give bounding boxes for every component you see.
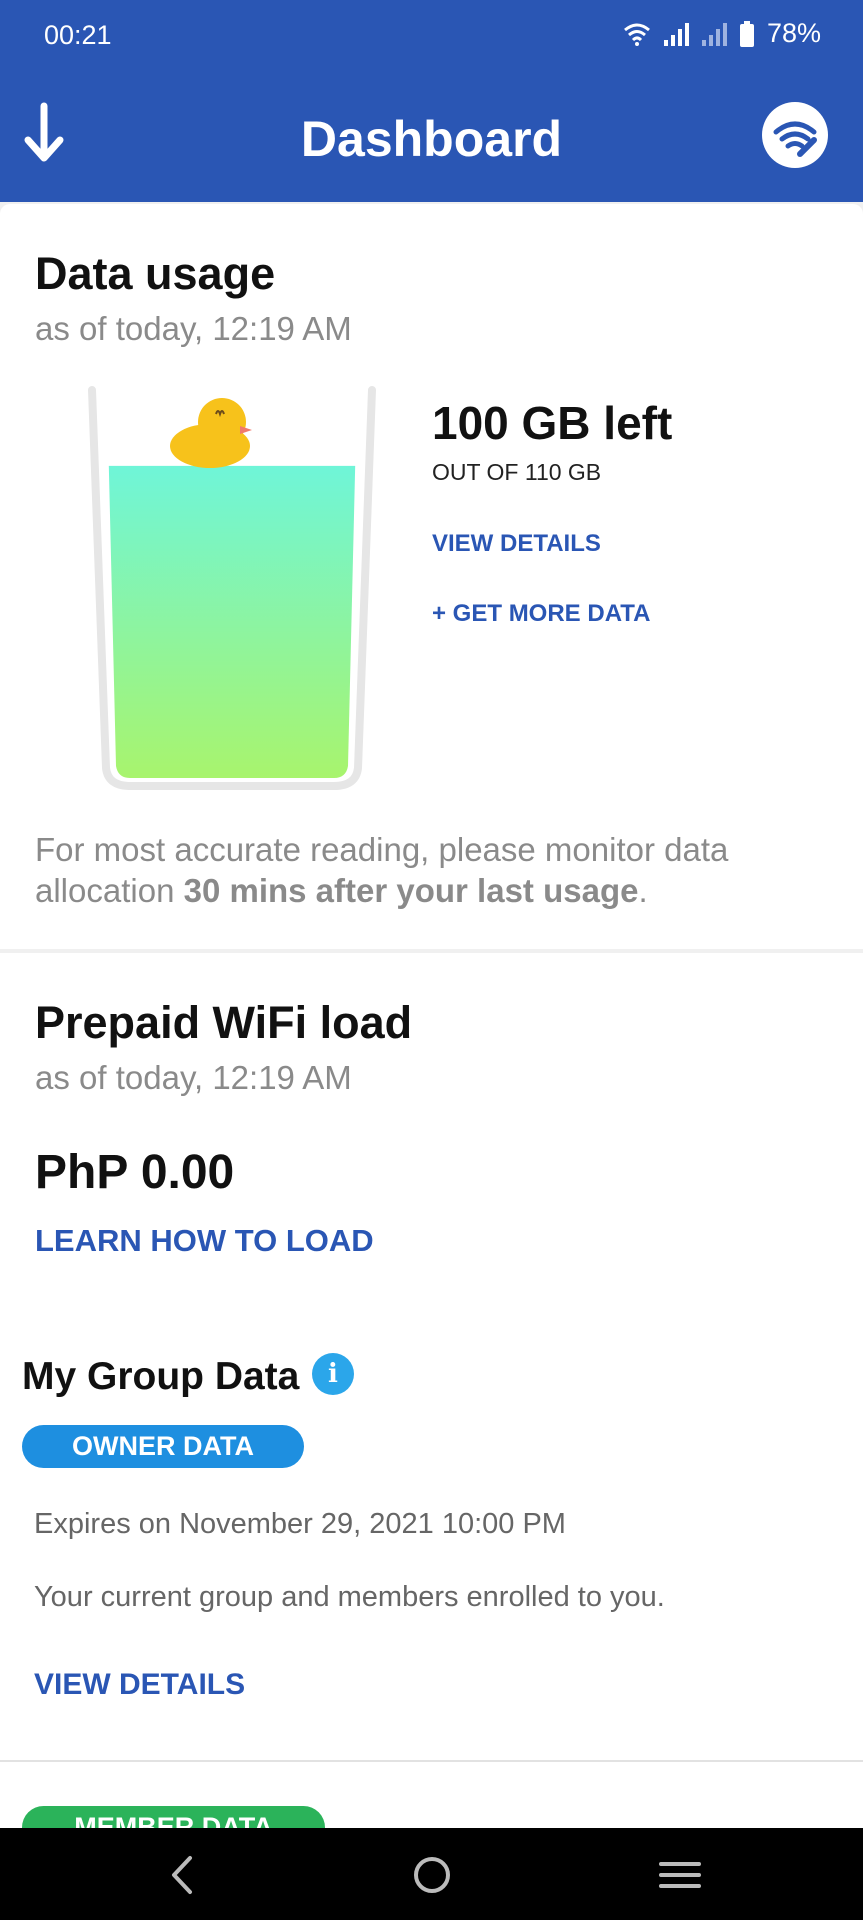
group-expiry: Expires on November 29, 2021 10:00 PM [34,1508,566,1540]
owner-data-badge[interactable]: OWNER DATA [22,1425,304,1468]
cell-signal-2-icon [701,22,727,46]
usage-note-bold: 30 mins after your last usage [183,872,639,909]
status-time: 00:21 [44,20,112,50]
system-nav-bar [0,1828,863,1920]
view-details-link[interactable]: VIEW DETAILS [432,530,601,558]
wifi-signal-icon [623,23,650,46]
recents-icon[interactable] [653,1848,707,1902]
status-icons: 78% [623,18,821,49]
info-icon[interactable]: i [312,1353,354,1395]
prepaid-balance: PhP 0.00 [35,1146,235,1199]
data-glass-gauge [88,386,376,790]
usage-note-end: . [638,872,648,909]
prepaid-title: Prepaid WiFi load [35,997,413,1048]
wifi-wrench-icon [773,121,817,157]
group-data-title: My Group Data [22,1355,300,1398]
group-view-details-link[interactable]: VIEW DETAILS [34,1668,245,1702]
usage-note: For most accurate reading, please monito… [35,829,835,911]
cell-signal-icon [663,22,689,46]
app-bar: Dashboard [0,72,863,202]
home-icon[interactable] [405,1848,459,1902]
divider [0,1760,863,1762]
battery-icon [739,20,754,47]
data-usage-card: Data usage as of today, 12:19 AM 100 GB … [0,204,863,949]
prepaid-load-card: Prepaid WiFi load as of today, 12:19 AM … [0,953,863,1303]
back-icon[interactable] [156,1848,210,1902]
status-bar: 00:21 78% [0,0,863,72]
wifi-settings-button[interactable] [762,102,828,168]
learn-how-to-load-link[interactable]: LEARN HOW TO LOAD [35,1223,374,1259]
group-description: Your current group and members enrolled … [34,1581,665,1613]
data-usage-timestamp: as of today, 12:19 AM [35,310,352,347]
data-left-value: 100 GB left [432,397,673,449]
page-title: Dashboard [300,111,563,167]
battery-percent: 78% [766,18,821,48]
get-more-data-link[interactable]: + GET MORE DATA [432,600,650,628]
duck-icon [170,398,252,468]
data-usage-title: Data usage [35,248,276,299]
prepaid-timestamp: as of today, 12:19 AM [35,1059,352,1096]
data-total-value: OUT OF 110 GB [432,459,602,485]
